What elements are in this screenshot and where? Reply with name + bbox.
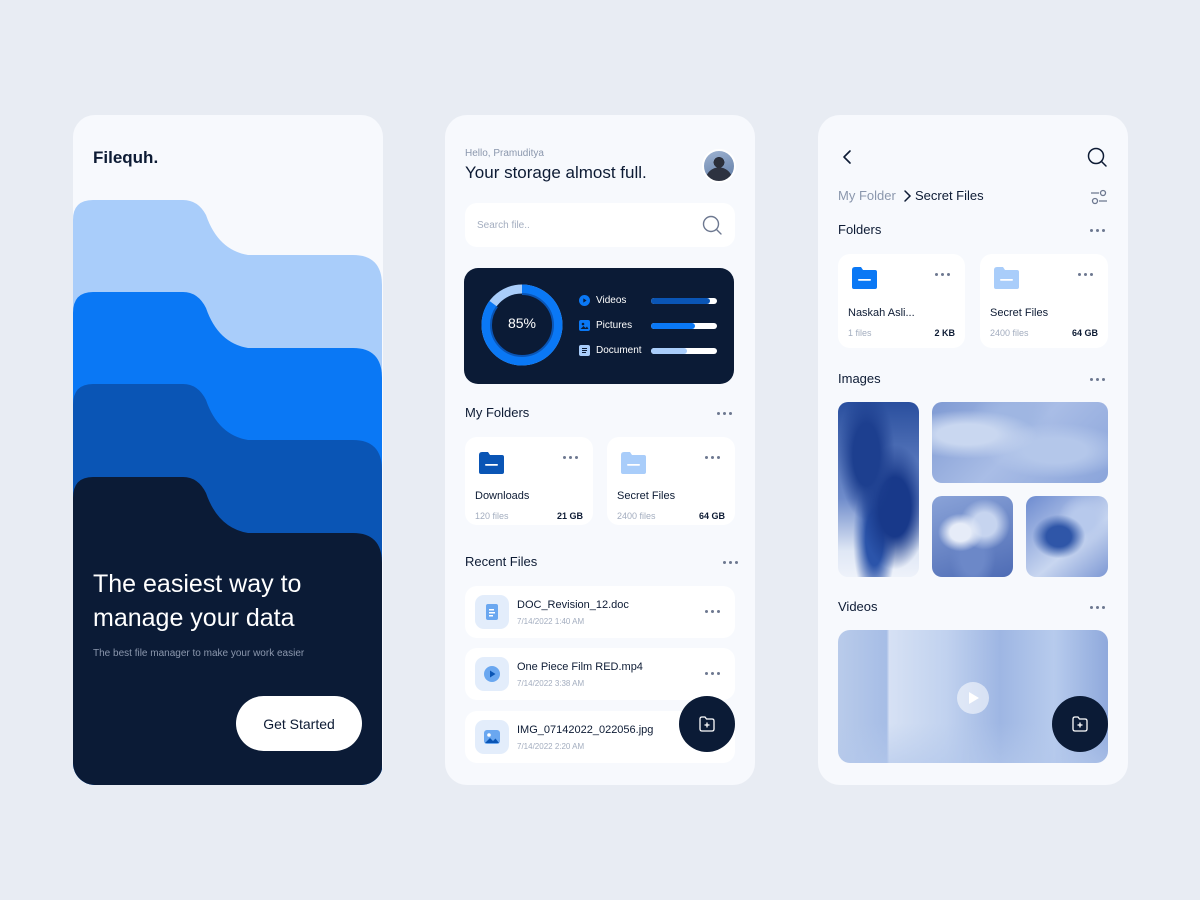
folder-size: 21 GB [556,511,583,521]
image-icon [475,720,509,754]
folder-card-downloads[interactable]: Downloads 120 files 21 GB [465,437,593,525]
video-icon [579,295,590,306]
legend-pictures: Pictures [579,319,724,333]
folder-name: Downloads [475,490,530,502]
my-folders-more-icon[interactable] [717,411,735,417]
storage-percent: 85% [507,315,537,331]
images-title: Images [838,371,881,386]
folder-file-count: 2400 files [990,328,1029,338]
doc-icon [475,595,509,629]
file-name: DOC_Revision_12.doc [517,599,629,611]
folder-more-icon[interactable] [935,272,953,278]
images-more-icon[interactable] [1090,377,1108,383]
folder-size: 64 GB [698,511,725,521]
folder-icon [621,452,646,474]
play-button[interactable] [957,682,989,714]
get-started-button[interactable]: Get Started [236,696,362,751]
storage-bar-pictures [651,323,717,329]
folder-name: Secret Files [617,490,676,502]
add-folder-button[interactable] [1052,696,1108,752]
folder-more-icon[interactable] [563,455,581,461]
hero-title: The easiest way to manage your data [93,570,302,632]
legend-document: Document [579,344,724,358]
search-bar [465,203,735,247]
search-input[interactable] [477,203,687,247]
folder-name: Naskah Asli... [848,307,915,319]
storage-card[interactable]: 85% Videos Pictures Document [464,268,734,384]
list-item[interactable]: One Piece Film RED.mp4 7/14/2022 3:38 AM [465,648,735,700]
greeting: Hello, Pramuditya [465,148,544,159]
chevron-right-icon [904,190,912,202]
search-icon[interactable] [1086,146,1108,168]
search-icon[interactable] [701,214,723,236]
folder-more-icon[interactable] [705,455,723,461]
videos-title: Videos [838,599,878,614]
file-date: 7/14/2022 2:20 AM [517,742,585,751]
folder-card-secret-files[interactable]: Secret Files 2400 files 64 GB [980,254,1108,348]
play-icon [969,692,979,704]
page-title: Your storage almost full. [465,163,647,182]
folder-more-icon[interactable] [1078,272,1096,278]
picture-icon [579,320,590,331]
list-item[interactable]: DOC_Revision_12.doc 7/14/2022 1:40 AM [465,586,735,638]
add-folder-icon [699,716,715,732]
folder-card-naskah[interactable]: Naskah Asli... 1 files 2 KB [838,254,965,348]
image-thumbnail[interactable] [838,402,919,577]
folder-icon [852,267,877,289]
folder-file-count: 2400 files [617,511,656,521]
avatar[interactable] [702,149,736,183]
breadcrumb-root[interactable]: My Folder [838,188,896,203]
legend-label: Pictures [596,320,633,331]
onboarding-screen: Filequh. The easiest way to manage your … [73,115,383,785]
storage-bar-videos [651,298,717,304]
legend-videos: Videos [579,294,724,308]
filter-icon[interactable] [1090,189,1108,205]
add-folder-icon [1072,716,1088,732]
folders-more-icon[interactable] [1090,228,1108,234]
folder-file-count: 120 files [475,511,509,521]
folder-size: 64 GB [1071,328,1098,338]
legend-label: Document [596,345,642,356]
folder-name: Secret Files [990,307,1049,319]
file-more-icon[interactable] [705,609,723,615]
back-icon[interactable] [840,148,856,166]
file-name: One Piece Film RED.mp4 [517,661,643,673]
image-thumbnail[interactable] [1026,496,1108,577]
folder-file-count: 1 files [848,328,872,338]
folder-size: 2 KB [934,328,955,338]
file-name: IMG_07142022_022056.jpg [517,724,654,736]
folders-title: Folders [838,222,882,237]
add-folder-button[interactable] [679,696,735,752]
legend-label: Videos [596,295,627,306]
brand-logo: Filequh. [93,148,159,167]
videos-more-icon[interactable] [1090,605,1108,611]
folder-icon [479,452,504,474]
layered-folder-illustration [73,200,382,785]
my-folders-title: My Folders [465,405,530,420]
breadcrumb-current: Secret Files [915,188,984,203]
recent-files-title: Recent Files [465,554,538,569]
play-icon [475,657,509,691]
file-date: 7/14/2022 1:40 AM [517,617,585,626]
file-more-icon[interactable] [705,671,723,677]
folder-card-secret-files[interactable]: Secret Files 2400 files 64 GB [607,437,735,525]
folder-icon [994,267,1019,289]
image-thumbnail[interactable] [932,402,1108,483]
hero-subtitle: The best file manager to make your work … [93,648,305,659]
folder-view-screen: My Folder Secret Files Folders Naskah As… [818,115,1128,785]
recent-files-more-icon[interactable] [723,560,741,566]
image-thumbnail[interactable] [932,496,1013,577]
document-icon [579,345,590,356]
file-date: 7/14/2022 3:38 AM [517,679,585,688]
home-screen: Hello, Pramuditya Your storage almost fu… [445,115,755,785]
storage-bar-document [651,348,717,354]
